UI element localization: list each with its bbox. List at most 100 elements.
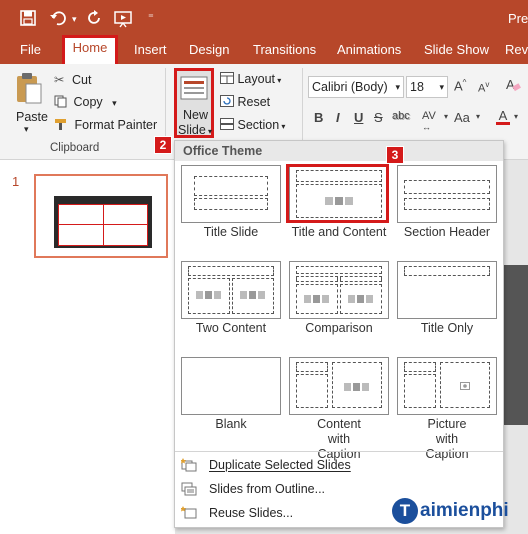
slide-thumbnail-image: [54, 196, 152, 248]
selected-layout-highlight: [286, 164, 389, 223]
font-size-dropdown-icon: ▾: [439, 82, 444, 92]
tab-home[interactable]: Home: [62, 35, 118, 66]
title-bar: ▾ ⁼ Pre: [0, 0, 528, 38]
watermark-logo-icon: T: [392, 498, 418, 524]
menu-duplicate-slides-label: Duplicate Selected Slides: [209, 458, 351, 472]
grow-font-icon[interactable]: A^: [454, 78, 466, 93]
clear-formatting-icon[interactable]: A: [505, 76, 521, 95]
bold-icon[interactable]: B: [314, 110, 323, 125]
cut-label: Cut: [71, 73, 92, 87]
layout-title-only[interactable]: [397, 261, 497, 319]
layout-section-header[interactable]: [397, 165, 497, 223]
step-badge-3: 3: [386, 146, 404, 164]
menu-reuse-slides-label: Reuse Slides...: [209, 506, 294, 520]
slides-pane: 1: [0, 160, 175, 534]
duplicate-slides-icon: [181, 458, 197, 472]
gallery-menu-divider: [175, 451, 503, 452]
copy-button[interactable]: Copy ▾: [54, 95, 117, 109]
change-case-icon[interactable]: Aa: [454, 110, 470, 125]
layout-title-slide[interactable]: [181, 165, 281, 223]
undo-icon[interactable]: [50, 10, 68, 30]
tab-design[interactable]: Design: [189, 38, 229, 64]
save-icon[interactable]: [20, 10, 36, 30]
tab-review[interactable]: Rev: [505, 38, 528, 64]
layout-blank-label: Blank: [215, 417, 247, 431]
reset-label: Reset: [237, 95, 271, 109]
paste-label: Paste: [16, 110, 48, 124]
tab-insert[interactable]: Insert: [134, 38, 167, 64]
new-slide-label-2: Slide ▾: [178, 123, 213, 137]
scissors-icon: ✂: [54, 73, 65, 87]
copy-label: Copy: [73, 95, 103, 109]
character-spacing-icon[interactable]: AV ↔: [422, 110, 436, 132]
copy-dropdown-icon[interactable]: ▾: [112, 98, 117, 108]
italic-icon[interactable]: I: [336, 110, 340, 125]
layout-title-only-label: Title Only: [420, 321, 474, 335]
slides-from-outline-icon: [181, 482, 197, 496]
text-shadow-icon[interactable]: abc: [392, 110, 410, 122]
reset-icon: [220, 95, 234, 107]
tab-transitions[interactable]: Transitions: [253, 38, 316, 64]
layout-title-and-content-label: Title and Content: [291, 225, 387, 239]
tab-slide-show[interactable]: Slide Show: [424, 38, 489, 64]
layout-icon: [220, 72, 234, 84]
tab-file[interactable]: File: [20, 38, 41, 64]
new-slide-dropdown-icon: ▾: [205, 127, 213, 136]
ribbon-tabs: File Home Insert Design Transitions Anim…: [0, 35, 528, 66]
change-case-dropdown-icon[interactable]: ▾: [476, 112, 480, 121]
reuse-slides-icon: [181, 506, 197, 519]
layout-dropdown-icon: ▾: [275, 76, 282, 85]
char-spacing-dropdown-icon[interactable]: ▾: [444, 112, 448, 121]
format-painter-button[interactable]: Format Painter: [54, 118, 157, 132]
section-button[interactable]: Section ▾: [220, 118, 285, 132]
paste-button[interactable]: Paste: [14, 72, 48, 128]
slide-thumbnail[interactable]: [34, 174, 168, 258]
start-from-beginning-icon[interactable]: [114, 10, 134, 32]
copy-icon: [54, 95, 67, 108]
menu-duplicate-slides[interactable]: Duplicate Selected Slides: [175, 455, 503, 477]
font-size-value: 18: [410, 80, 424, 94]
content-placeholder-icon: [240, 291, 265, 299]
repeat-icon[interactable]: [86, 10, 102, 30]
customize-toolbar-icon[interactable]: ⁼: [148, 10, 154, 26]
layout-blank[interactable]: [181, 357, 281, 415]
content-placeholder-icon: [344, 383, 369, 391]
watermark-text: aimienphi: [420, 500, 509, 521]
layout-section-header-label: Section Header: [403, 225, 491, 239]
layout-picture-with-caption[interactable]: [397, 357, 497, 415]
step-badge-2: 2: [154, 136, 172, 154]
underline-icon[interactable]: U: [354, 110, 363, 125]
layout-comparison-label: Comparison: [305, 321, 373, 335]
layout-content-with-caption[interactable]: [289, 357, 389, 415]
layout-two-content-label: Two Content: [195, 321, 267, 335]
layout-two-content[interactable]: [181, 261, 281, 319]
new-slide-button[interactable]: New Slide ▾: [174, 68, 214, 138]
font-color-icon[interactable]: A: [496, 108, 510, 125]
window-title: Pre: [508, 11, 528, 26]
undo-dropdown-icon[interactable]: ▾: [72, 11, 77, 27]
paste-dropdown-icon[interactable]: ▾: [24, 124, 29, 135]
format-painter-label: Format Painter: [74, 118, 158, 132]
reset-button[interactable]: Reset: [220, 95, 270, 109]
new-slide-icon: [180, 76, 208, 100]
section-icon: [220, 118, 234, 130]
tab-animations[interactable]: Animations: [337, 38, 401, 64]
section-label: Section: [237, 118, 280, 132]
font-name-dropdown-icon: ▾: [395, 82, 400, 92]
picture-placeholder-icon: [460, 382, 470, 390]
font-name-select[interactable]: Calibri (Body) ▾: [308, 76, 404, 98]
font-size-select[interactable]: 18 ▾: [406, 76, 448, 98]
content-placeholder-icon: [348, 295, 373, 303]
format-painter-icon: [55, 119, 66, 130]
shrink-font-icon[interactable]: Av: [478, 80, 489, 95]
watermark: T aimienphi: [392, 496, 526, 528]
layout-comparison[interactable]: [289, 261, 389, 319]
svg-text:A: A: [506, 77, 515, 92]
cut-button[interactable]: ✂ Cut: [54, 72, 91, 87]
strikethrough-icon[interactable]: S: [374, 110, 383, 125]
gallery-header: Office Theme: [175, 141, 503, 161]
font-color-dropdown-icon[interactable]: ▾: [514, 112, 518, 121]
paste-icon: [17, 73, 42, 104]
clipboard-group-label: Clipboard: [50, 142, 100, 154]
layout-button[interactable]: Layout ▾: [220, 72, 281, 86]
